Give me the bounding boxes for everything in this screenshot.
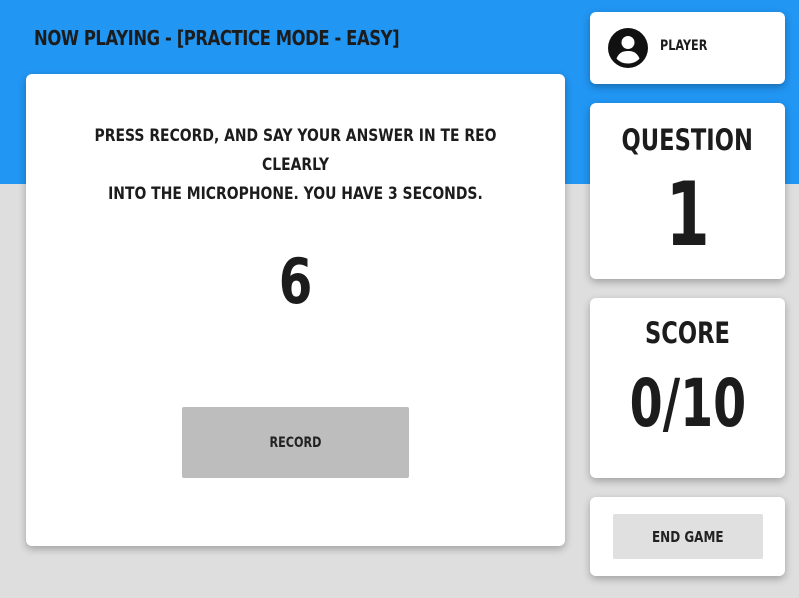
instructions-text: PRESS RECORD, AND SAY YOUR ANSWER IN TE …	[26, 122, 565, 209]
page-title: NOW PLAYING - [PRACTICE MODE - EASY]	[34, 26, 400, 50]
end-game-card: END GAME	[590, 497, 785, 576]
score-value-text: 0/10	[629, 365, 746, 442]
game-screen: NOW PLAYING - [PRACTICE MODE - EASY] PRE…	[0, 0, 799, 598]
score-value: 0/10	[590, 362, 785, 446]
account-circle-icon	[608, 28, 648, 68]
question-number-value: 1	[665, 163, 710, 266]
question-counter-card: QUESTION 1	[590, 103, 785, 279]
player-card[interactable]: PLAYER	[590, 12, 785, 84]
score-heading: SCORE	[590, 316, 785, 350]
prompt-number-value: 6	[278, 245, 313, 318]
question-heading-text: QUESTION	[621, 123, 754, 157]
question-heading: QUESTION	[590, 123, 785, 157]
instructions-line-2: INTO THE MICROPHONE. YOU HAVE 3 SECONDS.	[108, 184, 483, 204]
end-game-button[interactable]: END GAME	[613, 514, 763, 559]
record-button-label: RECORD	[269, 434, 322, 451]
score-heading-text: SCORE	[645, 316, 730, 350]
end-game-button-label: END GAME	[652, 527, 724, 546]
prompt-number: 6	[26, 244, 565, 320]
record-button[interactable]: RECORD	[182, 407, 409, 478]
instructions-line-1: PRESS RECORD, AND SAY YOUR ANSWER IN TE …	[94, 126, 497, 175]
player-name: PLAYER	[660, 38, 708, 54]
question-number: 1	[590, 165, 785, 265]
score-card: SCORE 0/10	[590, 298, 785, 478]
question-panel: PRESS RECORD, AND SAY YOUR ANSWER IN TE …	[26, 74, 565, 546]
